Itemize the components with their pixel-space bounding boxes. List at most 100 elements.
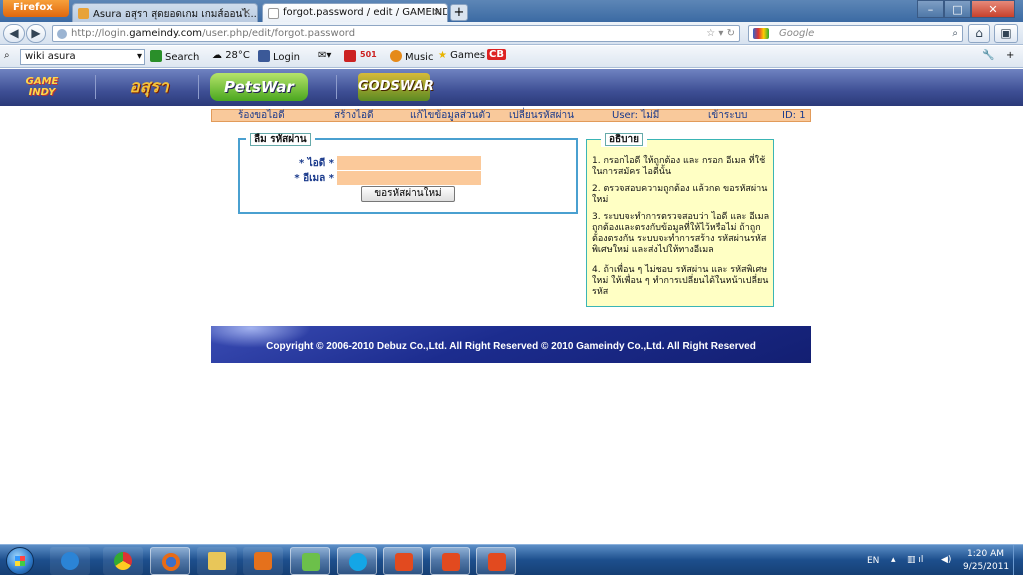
game-taskbar-button[interactable] — [383, 547, 423, 575]
account-menu-bar: ร้องขอไอดี สร้างไอดี แก้ไขข้อมูลส่วนตัว … — [211, 109, 811, 122]
search-provider-icon[interactable]: ⌕ — [4, 50, 10, 61]
id-input[interactable] — [337, 156, 481, 170]
page-favicon-icon — [268, 8, 279, 19]
music-label: Music — [405, 52, 434, 63]
mail-icon[interactable]: ✉▾ — [318, 50, 331, 61]
chrome-icon — [114, 552, 132, 570]
go-arrow-icon — [150, 50, 162, 62]
chrome-taskbar-button[interactable] — [103, 547, 143, 575]
system-tray: EN ▴ ▥ ıl ◀) 1:20 AM 9/25/2011 — [853, 545, 1023, 575]
forgot-password-legend: ลืม รหัสผ่าน — [246, 132, 315, 147]
show-desktop-button[interactable] — [1013, 545, 1023, 575]
help-item: 1. กรอกไอดี ให้ถูกต้อง และ กรอก อีเมล ที… — [592, 156, 766, 177]
firefox-icon — [162, 553, 180, 571]
close-window-icon[interactable]: ✕ — [971, 0, 1015, 18]
toolbar-menu-icon[interactable]: ▣ — [994, 24, 1018, 43]
toolbar-search-label: Search — [165, 52, 200, 63]
home-icon[interactable]: ⌂ — [968, 24, 990, 43]
url-bar[interactable]: http://login.gameindy.com/user.php/edit/… — [52, 25, 740, 42]
toolbar-search-input[interactable]: wiki asura ▾ — [20, 49, 145, 65]
new-tab-button[interactable]: + — [450, 4, 468, 21]
tab-asura[interactable]: Asura อสุรา สุดยอดเกม เกมส์ออนไ... × — [72, 3, 258, 22]
messenger-icon — [302, 553, 320, 571]
url-domain: gameindy.com — [129, 28, 203, 39]
minimize-icon[interactable]: – — [917, 0, 944, 18]
internet-explorer-taskbar-button[interactable] — [50, 547, 90, 575]
tab-close-icon[interactable]: × — [433, 7, 441, 18]
badge-501-label: 501 — [360, 50, 377, 59]
games-label: Games — [450, 50, 486, 61]
menu-request-id[interactable]: ร้องขอไอดี — [238, 110, 285, 121]
globe-icon — [57, 29, 67, 39]
volume-icon[interactable]: ◀) — [941, 555, 951, 565]
game-taskbar-button[interactable] — [476, 547, 516, 575]
weather-widget[interactable]: ☁ 28°C — [212, 50, 250, 61]
clock-time[interactable]: 1:20 AM — [967, 549, 1004, 559]
facebook-login-button[interactable]: Login — [258, 50, 300, 63]
game-taskbar-button[interactable] — [430, 547, 470, 575]
gameindy-logo[interactable]: GAME INDY — [22, 73, 62, 101]
browser-titlebar: Firefox Asura อสุรา สุดยอดเกม เกมส์ออนไ.… — [0, 0, 1023, 22]
email-label: * อีเมล * — [294, 173, 334, 184]
email-input[interactable] — [337, 171, 481, 185]
site-footer: Copyright © 2006-2010 Debuz Co.,Ltd. All… — [211, 326, 811, 363]
game-app-icon — [395, 553, 413, 571]
explorer-taskbar-button[interactable] — [197, 547, 237, 575]
games-button[interactable]: ★ Games — [438, 50, 485, 61]
network-icon[interactable]: ▥ ıl — [907, 555, 923, 565]
cb-button[interactable]: CB — [487, 49, 506, 60]
menu-id-count: ID: 1 — [782, 110, 806, 121]
clock-date[interactable]: 9/25/2011 — [963, 562, 1009, 572]
godswar-logo[interactable]: GODSWAR — [358, 73, 434, 101]
wrench-icon[interactable]: 🔧 — [982, 50, 994, 61]
menu-create-id[interactable]: สร้างไอดี — [334, 110, 374, 121]
cb-label: CB — [489, 49, 504, 60]
bookmark-star-icon[interactable]: ☆ ▾ ↻ — [689, 26, 739, 41]
skype-taskbar-button[interactable] — [337, 547, 377, 575]
maximize-icon[interactable]: □ — [944, 0, 971, 18]
badge-501[interactable]: 501 — [360, 50, 377, 59]
request-new-password-button[interactable]: ขอรหัสผ่านใหม่ — [361, 186, 455, 202]
help-item: 4. ถ้าเพื่อน ๆ ไม่ชอบ รหัสผ่าน และ รหัสพ… — [592, 265, 769, 297]
google-icon — [753, 28, 769, 39]
start-button[interactable] — [6, 547, 34, 575]
chevron-down-icon[interactable]: ▾ — [137, 50, 142, 64]
help-item: 2. ตรวจสอบความถูกต้อง แล้วกด ขอรหัสผ่านใ… — [592, 184, 768, 205]
petswar-logo[interactable]: PetsWar — [210, 73, 308, 101]
navigation-bar: ◀ ▶ http://login.gameindy.com/user.php/e… — [0, 22, 1023, 45]
menu-change-password[interactable]: เปลี่ยนรหัสผ่าน — [509, 110, 574, 121]
forward-arrow-icon[interactable]: ▶ — [26, 24, 46, 43]
header-divider — [95, 75, 96, 99]
copyright-text: Copyright © 2006-2010 Debuz Co.,Ltd. All… — [266, 341, 756, 352]
youtube-icon[interactable] — [344, 50, 359, 63]
search-placeholder: Google — [779, 28, 815, 39]
menu-edit-profile[interactable]: แก้ไขข้อมูลส่วนตัว — [410, 110, 491, 121]
help-panel: 1. กรอกไอดี ให้ถูกต้อง และ กรอก อีเมล ที… — [586, 139, 774, 307]
back-arrow-icon[interactable]: ◀ — [3, 24, 25, 43]
menu-login[interactable]: เข้าระบบ — [708, 110, 747, 121]
toolbar-search-button[interactable]: Search — [150, 50, 199, 63]
skype-icon — [349, 553, 367, 571]
firefox-menu-button[interactable]: Firefox — [3, 0, 69, 17]
header-divider — [336, 75, 337, 99]
media-player-icon — [254, 552, 272, 570]
web-search-input[interactable]: Google ⌕ — [748, 25, 963, 42]
help-legend: อธิบาย — [601, 132, 647, 147]
tray-expand-icon[interactable]: ▴ — [891, 555, 896, 565]
media-player-taskbar-button[interactable] — [243, 547, 283, 575]
search-icon[interactable]: ⌕ — [952, 26, 958, 41]
firefox-taskbar-button[interactable] — [150, 547, 190, 575]
game-app-icon — [488, 553, 506, 571]
help-legend-text: อธิบาย — [605, 133, 643, 146]
language-indicator[interactable]: EN — [867, 556, 879, 566]
tab-close-icon[interactable]: × — [243, 7, 251, 18]
messenger-taskbar-button[interactable] — [290, 547, 330, 575]
id-label: * ไอดี * — [299, 158, 334, 169]
toolbar-search-value: wiki asura — [25, 51, 76, 62]
music-icon — [390, 50, 402, 62]
add-icon[interactable]: + — [1006, 50, 1014, 61]
tab-forgot-password[interactable]: forgot.password / edit / GAMEINDY × — [262, 3, 448, 22]
header-divider — [198, 75, 199, 99]
asura-logo[interactable]: อสุรา — [118, 73, 180, 101]
music-button[interactable]: Music — [390, 50, 433, 63]
